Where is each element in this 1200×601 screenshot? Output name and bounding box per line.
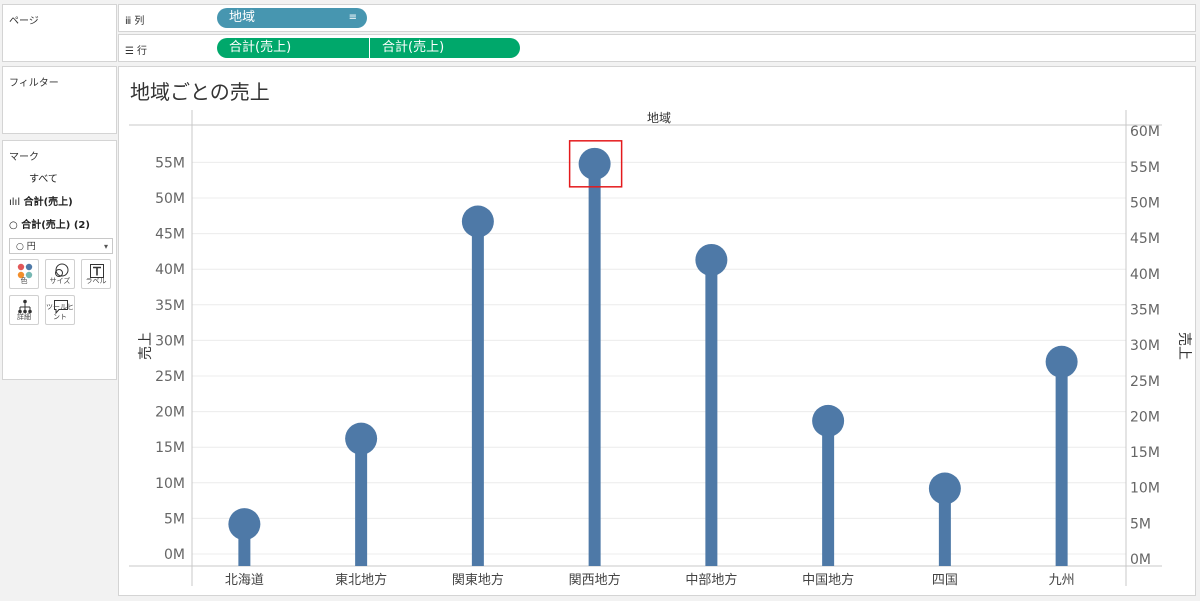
columns-shelf-label: iii 列 — [125, 12, 144, 27]
rows-shelf-label: ☰ 行 — [125, 42, 147, 57]
y-tick-label-left: 50M — [155, 191, 185, 207]
y-axis-right: 0M 5M 10M 15M 20M 25M 30M 35M 40M 45M 50M 55M 60M — [1130, 124, 1160, 568]
detail-button[interactable]: 詳細 — [9, 295, 39, 325]
chart-area: 地域 売上 売上 0M 5M 10M 15M 20M 25M 30M 35M 40M 45M 50M… — [129, 110, 1192, 588]
x-tick-label: 関西地方 — [569, 572, 621, 588]
rows-icon: ☰ — [125, 46, 134, 57]
pages-title: ページ — [9, 16, 39, 27]
x-tick-label: 九州 — [1049, 573, 1075, 588]
y-tick-label-right: 30M — [1130, 338, 1160, 354]
y-tick-label-left: 10M — [155, 476, 185, 492]
columns-pill-label: 地域 — [229, 10, 256, 25]
size-button-label: サイズ — [49, 277, 71, 285]
marks-all-tab[interactable]: すべて — [29, 170, 58, 185]
columns-pill-region[interactable]: 地域 ≡ — [217, 8, 367, 28]
rows-pill-sales-2[interactable]: 合計(売上) — [370, 38, 520, 58]
tooltip-button[interactable]: ツールヒント — [45, 295, 75, 325]
marks-panel: マーク すべて ılıl 合計(売上) ○ 合計(売上) (2) ○ 円 ▾ 色… — [2, 140, 117, 380]
circle-mark-九州[interactable] — [1045, 345, 1078, 378]
y-axis-title-left: 売上 — [138, 332, 154, 360]
y-tick-label-left: 5M — [164, 511, 185, 527]
y-tick-label-right: 25M — [1130, 374, 1160, 390]
circle-mark-四国[interactable] — [928, 472, 961, 505]
rows-label-text: 行 — [136, 46, 147, 57]
pages-panel: ページ — [2, 4, 117, 62]
columns-icon: iii — [125, 16, 131, 27]
chevron-down-icon: ▾ — [103, 242, 108, 251]
marks-title: マーク — [9, 152, 39, 163]
y-tick-label-left: 45M — [155, 227, 185, 243]
y-tick-label-left: 35M — [155, 298, 185, 314]
circle-mark-北海道[interactable] — [228, 508, 261, 541]
x-axis-tick-labels: 北海道 東北地方 関東地方 関西地方 中部地方 中国地方 四国 九州 — [225, 572, 1075, 588]
y-tick-label-right: 15M — [1130, 445, 1160, 461]
bar-関東地方[interactable] — [471, 221, 484, 566]
y-tick-label-left: 20M — [155, 405, 185, 421]
chart-frame — [129, 110, 1162, 586]
x-tick-label: 関東地方 — [452, 572, 504, 588]
size-button[interactable]: サイズ — [45, 259, 75, 289]
y-tick-label-right: 60M — [1130, 124, 1160, 140]
circle-icon: ○ — [16, 242, 27, 252]
rows-shelf: ☰ 行 合計(売上) 合計(売上) — [118, 34, 1196, 62]
marks-bar-tab[interactable]: ılıl 合計(売上) — [9, 193, 73, 208]
label-button-label: ラベル — [85, 277, 107, 285]
circle-mark-関東地方[interactable] — [461, 205, 494, 238]
mark-type-value: 円 — [26, 242, 36, 252]
y-tick-label-left: 40M — [155, 262, 185, 278]
columns-label-text: 列 — [134, 16, 145, 27]
y-tick-label-left: 15M — [155, 440, 185, 456]
y-tick-label-left: 25M — [155, 369, 185, 385]
x-axis-title: 地域 — [647, 111, 671, 125]
marks-layer — [228, 147, 1078, 566]
y-axis-left: 0M 5M 10M 15M 20M 25M 30M 35M 40M 45M 50M 55M — [155, 155, 185, 563]
rows-pill-1-label: 合計(売上) — [229, 40, 292, 55]
marks-circle-label: 合計(売上) (2) — [21, 220, 90, 231]
bar-chart-icon: ılıl — [9, 197, 21, 208]
bar-関西地方[interactable] — [588, 163, 601, 566]
y-tick-label-right: 10M — [1130, 481, 1160, 497]
y-tick-label-right: 35M — [1130, 302, 1160, 318]
color-button[interactable]: 色 — [9, 259, 39, 289]
x-tick-label: 四国 — [932, 573, 958, 588]
bar-中部地方[interactable] — [705, 259, 718, 566]
y-axis-title-right: 売上 — [1176, 332, 1192, 360]
rows-pill-2-label: 合計(売上) — [382, 40, 445, 55]
y-tick-label-right: 5M — [1130, 516, 1151, 532]
x-tick-label: 東北地方 — [335, 572, 387, 588]
y-tick-label-right: 0M — [1130, 552, 1151, 568]
color-button-label: 色 — [20, 277, 28, 285]
y-tick-label-right: 45M — [1130, 231, 1160, 247]
y-tick-label-right: 20M — [1130, 409, 1160, 425]
y-tick-label-left: 55M — [155, 155, 185, 171]
circle-mark-中国地方[interactable] — [812, 404, 845, 437]
bar-九州[interactable] — [1055, 361, 1068, 566]
filters-panel: フィルター — [2, 66, 117, 134]
bar-中国地方[interactable] — [822, 420, 835, 566]
circle-mark-中部地方[interactable] — [695, 243, 728, 276]
circle-mark-東北地方[interactable] — [345, 422, 378, 455]
rows-pill-sales-1[interactable]: 合計(売上) — [217, 38, 369, 58]
label-button[interactable]: ラベル — [81, 259, 111, 289]
marks-bar-label: 合計(売上) — [23, 197, 73, 208]
x-tick-label: 中国地方 — [802, 572, 854, 588]
columns-shelf: iii 列 地域 ≡ — [118, 4, 1196, 32]
mark-type-dropdown[interactable]: ○ 円 ▾ — [9, 238, 113, 254]
tooltip-button-label: ツールヒント — [46, 303, 74, 321]
circle-mark-関西地方[interactable] — [578, 147, 611, 180]
y-tick-label-left: 30M — [155, 333, 185, 349]
y-tick-label-right: 50M — [1130, 196, 1160, 212]
filters-title: フィルター — [9, 78, 59, 89]
y-tick-label-right: 55M — [1130, 160, 1160, 176]
bar-東北地方[interactable] — [355, 438, 368, 566]
marks-circle-tab[interactable]: ○ 合計(売上) (2) — [9, 216, 90, 231]
circle-icon: ○ — [9, 220, 18, 231]
x-tick-label: 中部地方 — [685, 572, 737, 588]
y-tick-label-right: 40M — [1130, 267, 1160, 283]
sort-icon[interactable]: ≡ — [349, 8, 357, 28]
detail-button-label: 詳細 — [17, 313, 31, 321]
gridlines — [192, 161, 1126, 555]
x-tick-label: 北海道 — [225, 573, 264, 588]
y-tick-label-left: 0M — [164, 547, 185, 563]
